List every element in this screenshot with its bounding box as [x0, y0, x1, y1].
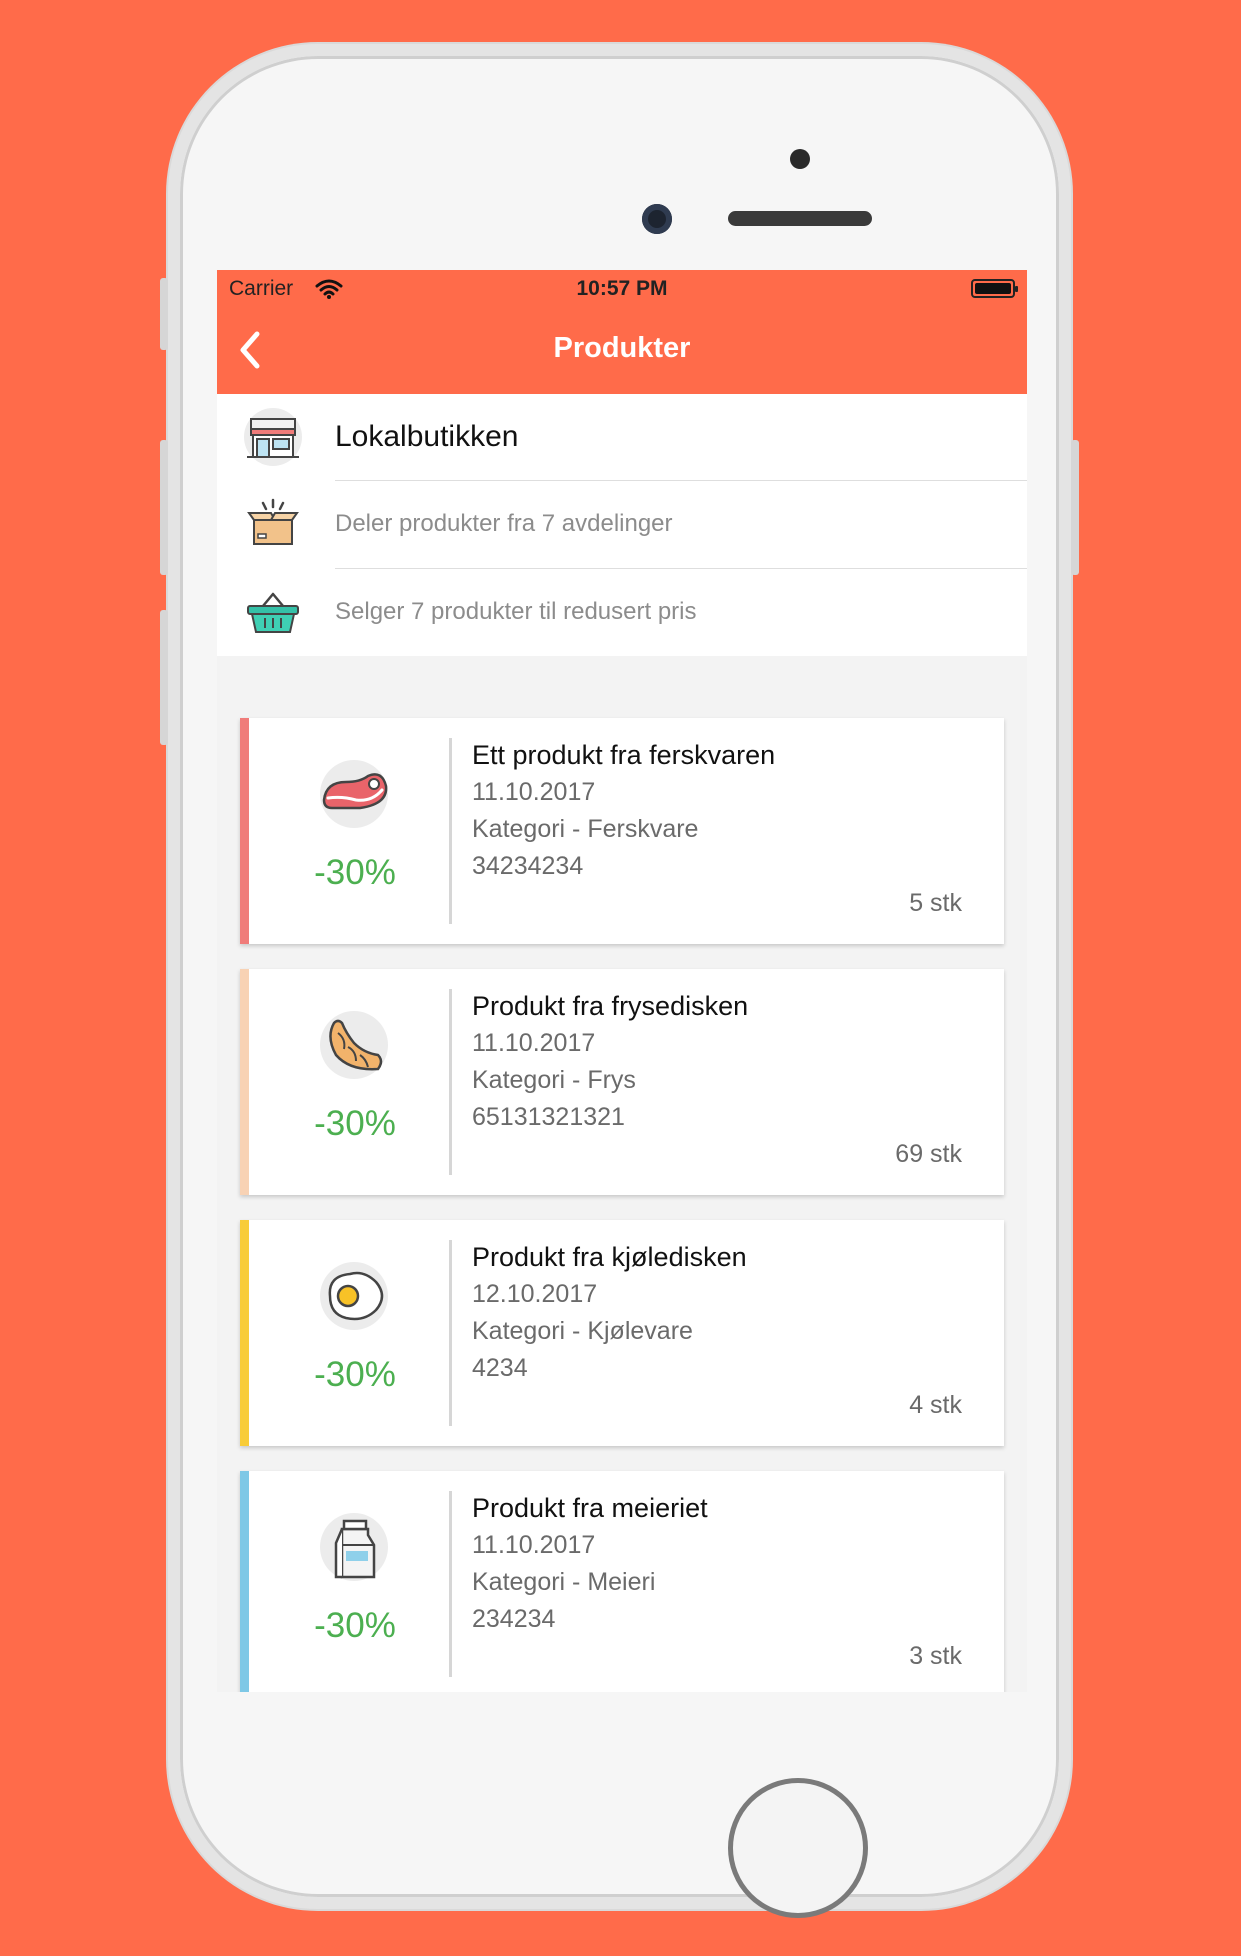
product-card[interactable]: -30% Produkt fra meieriet 11.10.2017 Kat…: [240, 1471, 1004, 1692]
product-date: 11.10.2017: [472, 778, 596, 806]
steak-icon: [320, 760, 390, 830]
discount-summary-text: Selger 7 produkter til redusert pris: [335, 598, 697, 625]
product-date: 12.10.2017: [472, 1280, 598, 1308]
product-date: 11.10.2017: [472, 1029, 596, 1057]
product-list: -30% Ett produkt fra ferskvaren 11.10.20…: [217, 656, 1027, 1692]
store-icon: [243, 407, 303, 467]
milk-carton-icon: [320, 1513, 390, 1583]
category-color-strip: [240, 718, 249, 944]
volume-down-button: [160, 610, 168, 745]
product-category: Kategori - Kjølevare: [472, 1317, 693, 1345]
fried-egg-icon: [320, 1262, 390, 1332]
product-category: Kategori - Meieri: [472, 1568, 656, 1596]
product-name: Produkt fra meieriet: [472, 1493, 708, 1523]
product-category: Kategori - Frys: [472, 1066, 636, 1094]
product-card[interactable]: -30% Produkt fra kjøledisken 12.10.2017 …: [240, 1220, 1004, 1446]
product-code: 234234: [472, 1605, 556, 1633]
front-camera: [642, 204, 672, 234]
discount-label: -30%: [314, 853, 396, 892]
product-card[interactable]: -30% Produkt fra frysedisken 11.10.2017 …: [240, 969, 1004, 1195]
store-name: Lokalbutikken: [335, 394, 1027, 481]
discount-label: -30%: [314, 1355, 396, 1394]
product-code: 4234: [472, 1354, 528, 1382]
store-info: Lokalbutikken Deler produkter fra 7 avde…: [217, 394, 1027, 656]
status-bar: Carrier 10:57 PM: [217, 270, 1027, 308]
mute-switch: [160, 278, 168, 350]
product-quantity: 3 stk: [909, 1642, 962, 1670]
product-name: Produkt fra kjøledisken: [472, 1242, 747, 1272]
open-box-icon: [243, 494, 303, 554]
product-quantity: 4 stk: [909, 1391, 962, 1419]
home-button[interactable]: [728, 1778, 868, 1918]
departments-text: Deler produkter fra 7 avdelinger: [335, 480, 1027, 569]
category-color-strip: [240, 1471, 249, 1692]
discount-label: -30%: [314, 1606, 396, 1645]
discount-row: Selger 7 produkter til redusert pris: [217, 568, 1027, 656]
earpiece-speaker: [728, 211, 872, 226]
proximity-sensor: [790, 149, 810, 169]
product-name: Produkt fra frysedisken: [472, 991, 749, 1021]
product-quantity: 5 stk: [909, 889, 962, 917]
product-card[interactable]: -30% Ett produkt fra ferskvaren 11.10.20…: [240, 718, 1004, 944]
product-category: Kategori - Ferskvare: [472, 815, 699, 843]
battery-icon: [971, 279, 1018, 298]
app-screen: Carrier 10:57 PM Produkter Lokalbutikken…: [217, 270, 1027, 1692]
product-name: Ett produkt fra ferskvaren: [472, 740, 776, 770]
product-code: 65131321321: [472, 1103, 625, 1131]
page-title: Produkter: [553, 332, 691, 364]
divider: [449, 738, 452, 924]
basket-icon: [243, 582, 303, 642]
category-color-strip: [240, 969, 249, 1195]
power-button: [1071, 440, 1079, 575]
croissant-icon: [320, 1011, 390, 1081]
product-date: 11.10.2017: [472, 1531, 596, 1559]
divider: [449, 989, 452, 1175]
product-code: 34234234: [472, 852, 584, 880]
divider: [449, 1491, 452, 1677]
divider: [449, 1240, 452, 1426]
product-quantity: 69 stk: [895, 1140, 962, 1168]
discount-label: -30%: [314, 1104, 396, 1143]
store-name-row[interactable]: Lokalbutikken: [217, 394, 1027, 481]
volume-up-button: [160, 440, 168, 575]
nav-bar: Produkter: [217, 308, 1027, 394]
departments-row: Deler produkter fra 7 avdelinger: [217, 480, 1027, 569]
category-color-strip: [240, 1220, 249, 1446]
clock: 10:57 PM: [576, 277, 668, 300]
